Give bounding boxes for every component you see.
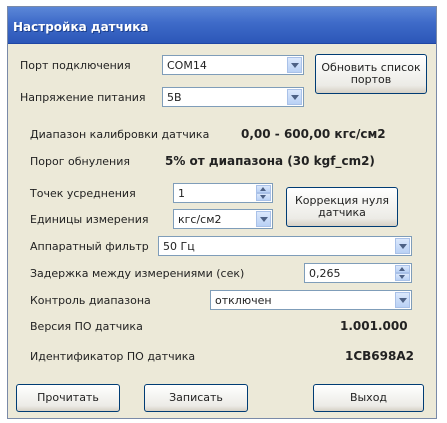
zero-threshold-label: Порог обнуления <box>30 155 130 168</box>
spin-down-icon[interactable] <box>395 273 410 281</box>
spin-up-icon[interactable] <box>395 265 410 273</box>
port-label: Порт подключения <box>20 59 131 72</box>
averaging-value: 1 <box>178 187 185 200</box>
calibration-value: 0,00 - 600,00 кгс/см2 <box>241 127 386 141</box>
filter-value: 50 Гц <box>163 240 195 253</box>
chevron-down-icon[interactable] <box>256 211 271 227</box>
firmware-version-value: 1.001.000 <box>340 319 408 333</box>
zero-correction-button[interactable]: Коррекция нуля датчика <box>286 187 398 227</box>
write-button[interactable]: Записать <box>144 384 248 412</box>
refresh-ports-button[interactable]: Обновить список портов <box>315 54 427 94</box>
units-value: кгс/см2 <box>178 213 222 226</box>
sensor-settings-window: Настройка датчика Порт подключения COM14… <box>7 6 437 419</box>
range-control-value: отключен <box>215 294 272 307</box>
chevron-down-icon[interactable] <box>395 292 410 308</box>
firmware-id-value: 1CB698A2 <box>345 349 414 363</box>
delay-label: Задержка между измерениями (сек) <box>30 267 245 280</box>
zero-threshold-value: 5% от диапазона (30 kgf_cm2) <box>165 154 375 168</box>
range-control-select[interactable]: отключен <box>210 290 412 310</box>
voltage-label: Напряжение питания <box>20 91 146 104</box>
calibration-label: Диапазон калибровки датчика <box>30 128 210 141</box>
window-title: Настройка датчика <box>13 20 149 34</box>
port-select[interactable]: COM14 <box>162 55 304 75</box>
title-bar: Настройка датчика <box>8 7 436 44</box>
averaging-stepper[interactable]: 1 <box>173 183 273 203</box>
firmware-version-label: Версия ПО датчика <box>30 320 143 333</box>
chevron-down-icon[interactable] <box>287 89 302 105</box>
delay-value: 0,265 <box>309 267 341 280</box>
units-select[interactable]: кгс/см2 <box>173 209 273 229</box>
voltage-select[interactable]: 5В <box>162 87 304 107</box>
filter-select[interactable]: 50 Гц <box>158 236 412 256</box>
spin-up-icon[interactable] <box>256 185 271 193</box>
chevron-down-icon[interactable] <box>287 57 302 73</box>
port-value: COM14 <box>167 59 207 72</box>
read-button[interactable]: Прочитать <box>16 384 120 412</box>
firmware-id-label: Идентификатор ПО датчика <box>30 350 196 363</box>
units-label: Единицы измерения <box>30 213 149 226</box>
averaging-label: Точек усреднения <box>30 187 136 200</box>
range-control-label: Контроль диапазона <box>30 294 151 307</box>
chevron-down-icon[interactable] <box>395 238 410 254</box>
spin-down-icon[interactable] <box>256 193 271 201</box>
voltage-value: 5В <box>167 91 182 104</box>
filter-label: Аппаратный фильтр <box>30 240 149 253</box>
exit-button[interactable]: Выход <box>313 384 424 412</box>
delay-stepper[interactable]: 0,265 <box>304 263 412 283</box>
